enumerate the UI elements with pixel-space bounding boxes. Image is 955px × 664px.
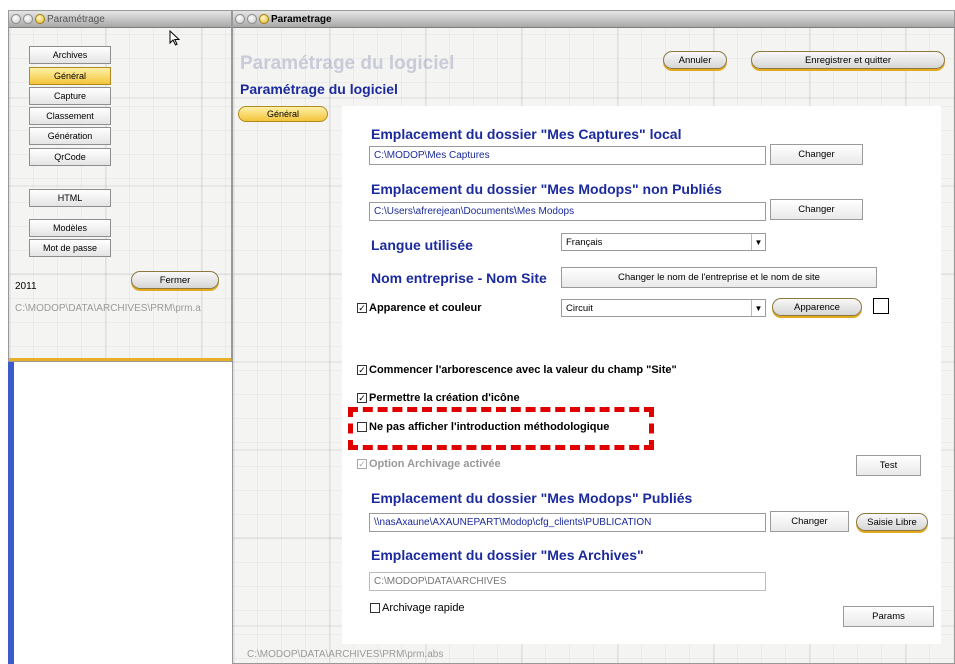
window-minimize-icon[interactable]	[247, 14, 257, 24]
window-minimize-icon[interactable]	[23, 14, 33, 24]
page-title: Paramétrage du logiciel	[240, 81, 398, 97]
appearance-value: Circuit	[566, 303, 593, 314]
nav-classement[interactable]: Classement	[29, 107, 111, 125]
color-swatch[interactable]	[873, 298, 889, 314]
quick-archive-checkbox[interactable]: Archivage rapide	[370, 602, 465, 614]
icon-label: Permettre la création d'icône	[369, 392, 520, 404]
tree-label: Commencer l'arborescence avec la valeur …	[369, 364, 677, 376]
published-path-field[interactable]: \\nasAxaune\AXAUNEPART\Modop\cfg_clients…	[369, 513, 766, 532]
left-window: Paramétrage Archives Général Capture Cla…	[8, 10, 232, 362]
archives-path-field: C:\MODOP\DATA\ARCHIVES	[369, 572, 766, 591]
appearance-button[interactable]: Apparence	[772, 298, 862, 316]
save-quit-button[interactable]: Enregistrer et quitter	[751, 51, 945, 69]
unpublished-heading: Emplacement du dossier "Mes Modops" non …	[371, 181, 722, 197]
nav-mot-de-passe[interactable]: Mot de passe	[29, 239, 111, 257]
unpublished-path-field[interactable]: C:\Users\afrerejean\Documents\Mes Modops	[369, 202, 766, 221]
ghost-title: Paramétrage du logiciel	[240, 53, 455, 74]
chevron-down-icon: ▼	[751, 300, 765, 316]
captures-heading: Emplacement du dossier "Mes Captures" lo…	[371, 126, 682, 142]
checkbox-checked-icon: ✓	[357, 393, 367, 403]
language-value: Français	[566, 237, 603, 248]
test-button[interactable]: Test	[856, 455, 921, 476]
params-button[interactable]: Params	[843, 606, 934, 627]
nav-modeles[interactable]: Modèles	[29, 219, 111, 237]
nav-html[interactable]: HTML	[29, 189, 111, 207]
left-titlebar: Paramétrage	[9, 11, 231, 28]
company-label: Nom entreprise - Nom Site	[371, 270, 547, 286]
nav-capture[interactable]: Capture	[29, 87, 111, 105]
cursor-icon	[169, 30, 181, 46]
footer-path: C:\MODOP\DATA\ARCHIVES\PRM\prm.abs	[247, 649, 444, 660]
archive-option-label: Option Archivage activée	[369, 458, 501, 470]
left-window-title: Paramétrage	[47, 13, 105, 25]
nav-archives[interactable]: Archives	[29, 46, 111, 64]
main-titlebar: Parametrage	[233, 11, 954, 28]
close-button[interactable]: Fermer	[131, 271, 219, 289]
language-select[interactable]: Français ▼	[561, 233, 766, 251]
published-heading: Emplacement du dossier "Mes Modops" Publ…	[371, 490, 693, 506]
chevron-down-icon: ▼	[751, 234, 765, 250]
main-window: Parametrage Paramétrage du logiciel Para…	[232, 10, 955, 664]
left-window-stripe	[9, 358, 231, 361]
nav-qrcode[interactable]: QrCode	[29, 148, 111, 166]
nav-general[interactable]: Général	[29, 67, 111, 85]
checkbox-checked-icon: ✓	[357, 303, 367, 313]
tab-general[interactable]: Général	[238, 106, 328, 122]
appearance-checkbox[interactable]: ✓ Apparence et couleur	[357, 302, 481, 314]
change-published-button[interactable]: Changer	[770, 511, 849, 532]
tree-checkbox[interactable]: ✓ Commencer l'arborescence avec la valeu…	[357, 364, 677, 376]
left-side-strip	[8, 362, 14, 664]
change-company-button[interactable]: Changer le nom de l'entreprise et le nom…	[561, 267, 877, 288]
appearance-label: Apparence et couleur	[369, 302, 482, 314]
left-path: C:\MODOP\DATA\ARCHIVES\PRM\prm.a	[15, 303, 201, 314]
free-entry-button[interactable]: Saisie Libre	[856, 513, 928, 531]
window-zoom-icon[interactable]	[259, 14, 269, 24]
cancel-button[interactable]: Annuler	[663, 51, 727, 69]
change-unpublished-button[interactable]: Changer	[770, 199, 863, 220]
icon-checkbox[interactable]: ✓ Permettre la création d'icône	[357, 392, 520, 404]
change-captures-button[interactable]: Changer	[770, 144, 863, 165]
window-close-icon[interactable]	[235, 14, 245, 24]
highlight-box	[348, 407, 654, 450]
window-zoom-icon[interactable]	[35, 14, 45, 24]
captures-path-field[interactable]: C:\MODOP\Mes Captures	[369, 146, 766, 165]
checkbox-checked-icon: ✓	[357, 459, 367, 469]
checkbox-checked-icon: ✓	[357, 365, 367, 375]
main-window-title: Parametrage	[271, 13, 332, 25]
year-label: 2011	[15, 281, 37, 292]
language-label: Langue utilisée	[371, 237, 473, 253]
window-close-icon[interactable]	[11, 14, 21, 24]
archives-heading: Emplacement du dossier "Mes Archives"	[371, 547, 644, 563]
appearance-select[interactable]: Circuit ▼	[561, 299, 766, 317]
nav-generation[interactable]: Génération	[29, 127, 111, 145]
quick-archive-label: Archivage rapide	[382, 602, 465, 614]
checkbox-empty-icon	[370, 603, 380, 613]
archive-option-checkbox: ✓ Option Archivage activée	[357, 458, 501, 470]
